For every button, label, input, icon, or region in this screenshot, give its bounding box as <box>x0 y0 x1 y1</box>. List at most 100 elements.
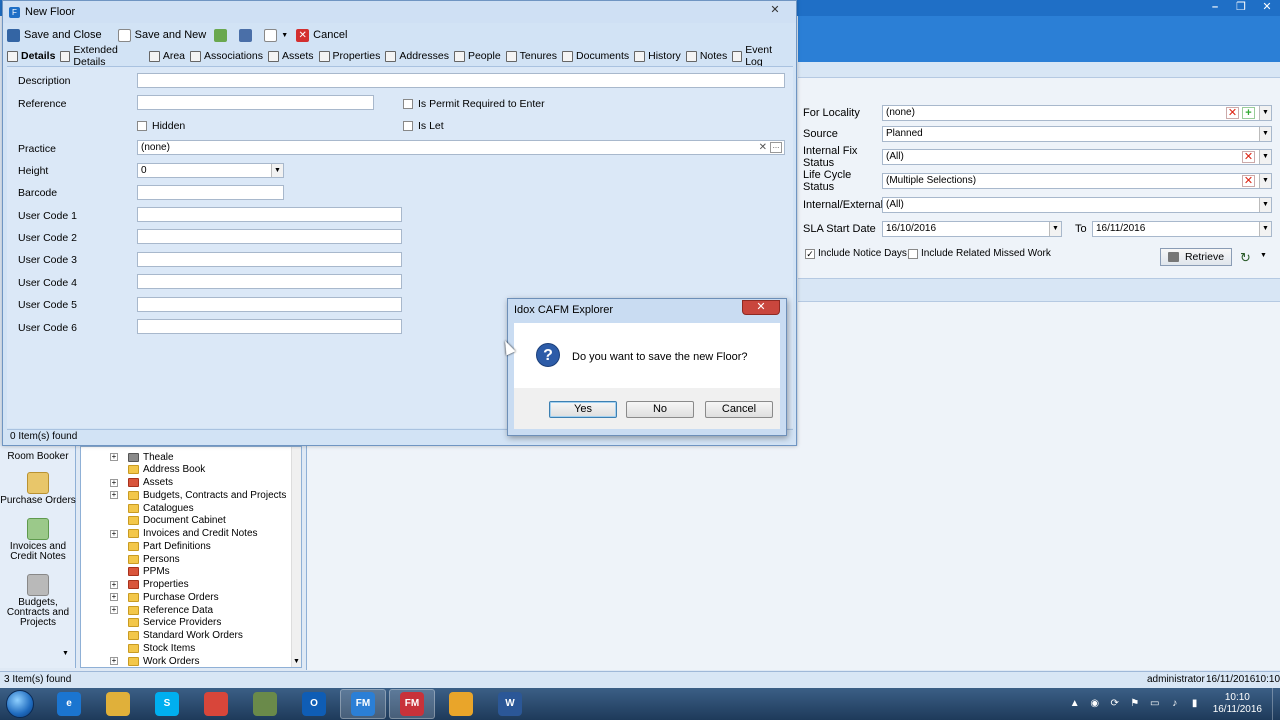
ellipsis-icon[interactable]: … <box>770 142 782 153</box>
chevron-down-icon[interactable]: ▼ <box>1259 127 1271 141</box>
tree-item[interactable]: + Invoices and Credit Notes <box>110 528 258 540</box>
expand-icon[interactable]: + <box>110 529 118 538</box>
for-locality-field[interactable]: (none) ✕ + ▼ <box>882 105 1272 121</box>
taskbar-skype-button[interactable]: S <box>144 689 190 719</box>
tab-notes[interactable]: Notes <box>685 50 727 62</box>
tree-item[interactable]: + Assets <box>110 477 173 489</box>
tab-details[interactable]: Details <box>7 50 55 62</box>
tab-extended-details[interactable]: Extended Details <box>60 44 143 68</box>
dialog-cancel-button[interactable]: Cancel <box>705 401 773 418</box>
taskbar-fm-app-red-button[interactable]: FM <box>389 689 435 719</box>
retrieve-button[interactable]: Retrieve <box>1160 248 1232 266</box>
display-icon[interactable]: ▭ <box>1149 698 1161 710</box>
tree-item[interactable]: Service Providers <box>128 617 221 629</box>
taskbar-fm-app-button[interactable]: FM <box>340 689 386 719</box>
taskbar-word-button[interactable]: W <box>487 689 533 719</box>
nav-room-booker[interactable]: Room Booker <box>0 452 76 462</box>
tree-item[interactable]: + Theale <box>110 451 174 463</box>
close-icon[interactable]: ✕ <box>762 3 788 17</box>
expand-icon[interactable]: + <box>110 478 118 487</box>
minimize-icon[interactable]: – <box>1202 0 1228 16</box>
save-and-new-button[interactable]: Save and New <box>117 28 206 42</box>
chevron-down-icon[interactable]: ▼ <box>1259 222 1271 236</box>
clear-icon[interactable]: ✕ <box>1242 151 1255 163</box>
clear-icon[interactable]: ✕ <box>759 141 767 154</box>
user-code-2-input[interactable] <box>137 229 402 244</box>
hidden-option[interactable]: Hidden <box>137 120 185 132</box>
notification-flag-icon[interactable]: ⚑ <box>1129 698 1141 710</box>
page-options-button[interactable]: ▼ <box>264 28 288 42</box>
hidden-checkbox[interactable] <box>137 121 147 131</box>
close-icon[interactable]: ✕ <box>1254 0 1280 16</box>
upload-button[interactable] <box>214 28 231 42</box>
tab-addresses[interactable]: Addresses <box>385 50 449 62</box>
tab-associations[interactable]: Associations <box>190 50 263 62</box>
internal-external-field[interactable]: (All) ▼ <box>882 197 1272 213</box>
tab-tenures[interactable]: Tenures <box>505 50 557 62</box>
reference-input[interactable] <box>137 95 374 110</box>
expand-icon[interactable]: + <box>110 606 118 614</box>
tab-documents[interactable]: Documents <box>562 50 629 62</box>
chevron-down-icon[interactable]: ▼ <box>1049 222 1061 236</box>
chevron-down-icon[interactable]: ▼ <box>1259 106 1271 120</box>
source-field[interactable]: Planned ▼ <box>882 126 1272 142</box>
nav-invoices[interactable]: Invoices and Credit Notes <box>0 518 76 562</box>
network-signal-icon[interactable]: ▮ <box>1189 698 1201 710</box>
tab-assets[interactable]: Assets <box>267 50 314 62</box>
include-related-missed-work-checkbox[interactable] <box>908 248 918 259</box>
nav-budgets[interactable]: Budgets, Contracts and Projects <box>0 574 76 628</box>
show-hidden-icons-icon[interactable]: ▲ <box>1069 698 1081 710</box>
taskbar-file-explorer-button[interactable] <box>95 689 141 719</box>
taskbar-tools-button[interactable] <box>242 689 288 719</box>
taskbar-chrome-button[interactable] <box>193 689 239 719</box>
expand-icon[interactable]: + <box>110 657 118 665</box>
tab-event-log[interactable]: Event Log <box>732 44 787 68</box>
tree-item[interactable]: + Purchase Orders <box>110 591 219 603</box>
restore-icon[interactable]: ❐ <box>1228 0 1254 16</box>
to-date-field[interactable]: 16/11/2016 ▼ <box>1092 221 1272 237</box>
description-input[interactable] <box>137 73 785 88</box>
tree-item[interactable]: Standard Work Orders <box>128 630 243 642</box>
tab-properties[interactable]: Properties <box>318 50 380 62</box>
tab-area[interactable]: Area <box>148 50 185 62</box>
tree-item[interactable]: PPMs <box>128 566 170 578</box>
security-icon[interactable]: ◉ <box>1089 698 1101 710</box>
practice-input[interactable]: (none) ✕ … <box>137 140 785 155</box>
user-code-3-input[interactable] <box>137 252 402 267</box>
expand-icon[interactable]: + <box>110 593 118 602</box>
expand-icon[interactable]: + <box>110 453 118 461</box>
tab-history[interactable]: History <box>634 50 681 62</box>
sync-icon[interactable]: ⟳ <box>1109 698 1121 710</box>
tree-item[interactable]: Address Book <box>128 464 205 476</box>
tree-item[interactable]: + Reference Data <box>110 604 213 616</box>
include-notice-days-option[interactable]: ✓ Include Notice Days <box>805 248 907 259</box>
is-let-option[interactable]: Is Let <box>403 120 444 132</box>
tree-item[interactable]: Part Definitions <box>128 540 211 552</box>
show-desktop-button[interactable] <box>1272 688 1280 720</box>
help-button[interactable] <box>239 28 256 42</box>
save-and-close-button[interactable]: Save and Close <box>7 28 102 42</box>
chevron-down-icon[interactable]: ▼ <box>1259 174 1271 188</box>
volume-icon[interactable]: ♪ <box>1169 698 1181 710</box>
yes-button[interactable]: Yes <box>549 401 617 418</box>
permit-required-checkbox[interactable] <box>403 99 413 109</box>
include-related-missed-work-option[interactable]: Include Related Missed Work <box>908 248 1051 259</box>
clear-icon[interactable]: ✕ <box>1242 175 1255 187</box>
chevron-down-icon[interactable]: ▼ <box>293 658 300 665</box>
cancel-button[interactable]: ✕ Cancel <box>296 28 347 42</box>
system-clock[interactable]: 10:10 16/11/2016 <box>1213 692 1262 716</box>
user-code-4-input[interactable] <box>137 274 402 289</box>
chevron-down-icon[interactable]: ▼ <box>1260 252 1267 259</box>
chevron-down-icon[interactable]: ▼ <box>1259 198 1271 212</box>
include-notice-days-checkbox[interactable]: ✓ <box>805 248 815 259</box>
clear-icon[interactable]: ✕ <box>1226 107 1239 119</box>
tree-item[interactable]: Stock Items <box>128 642 195 654</box>
start-button[interactable] <box>0 688 40 720</box>
height-select[interactable]: 0 ▼ <box>137 163 284 178</box>
taskbar-internet-explorer-button[interactable]: e <box>46 689 92 719</box>
permit-required-option[interactable]: Is Permit Required to Enter <box>403 98 545 110</box>
no-button[interactable]: No <box>626 401 694 418</box>
internal-fix-status-field[interactable]: (All) ✕ ▼ <box>882 149 1272 165</box>
is-let-checkbox[interactable] <box>403 121 413 131</box>
sla-start-date-field[interactable]: 16/10/2016 ▼ <box>882 221 1062 237</box>
